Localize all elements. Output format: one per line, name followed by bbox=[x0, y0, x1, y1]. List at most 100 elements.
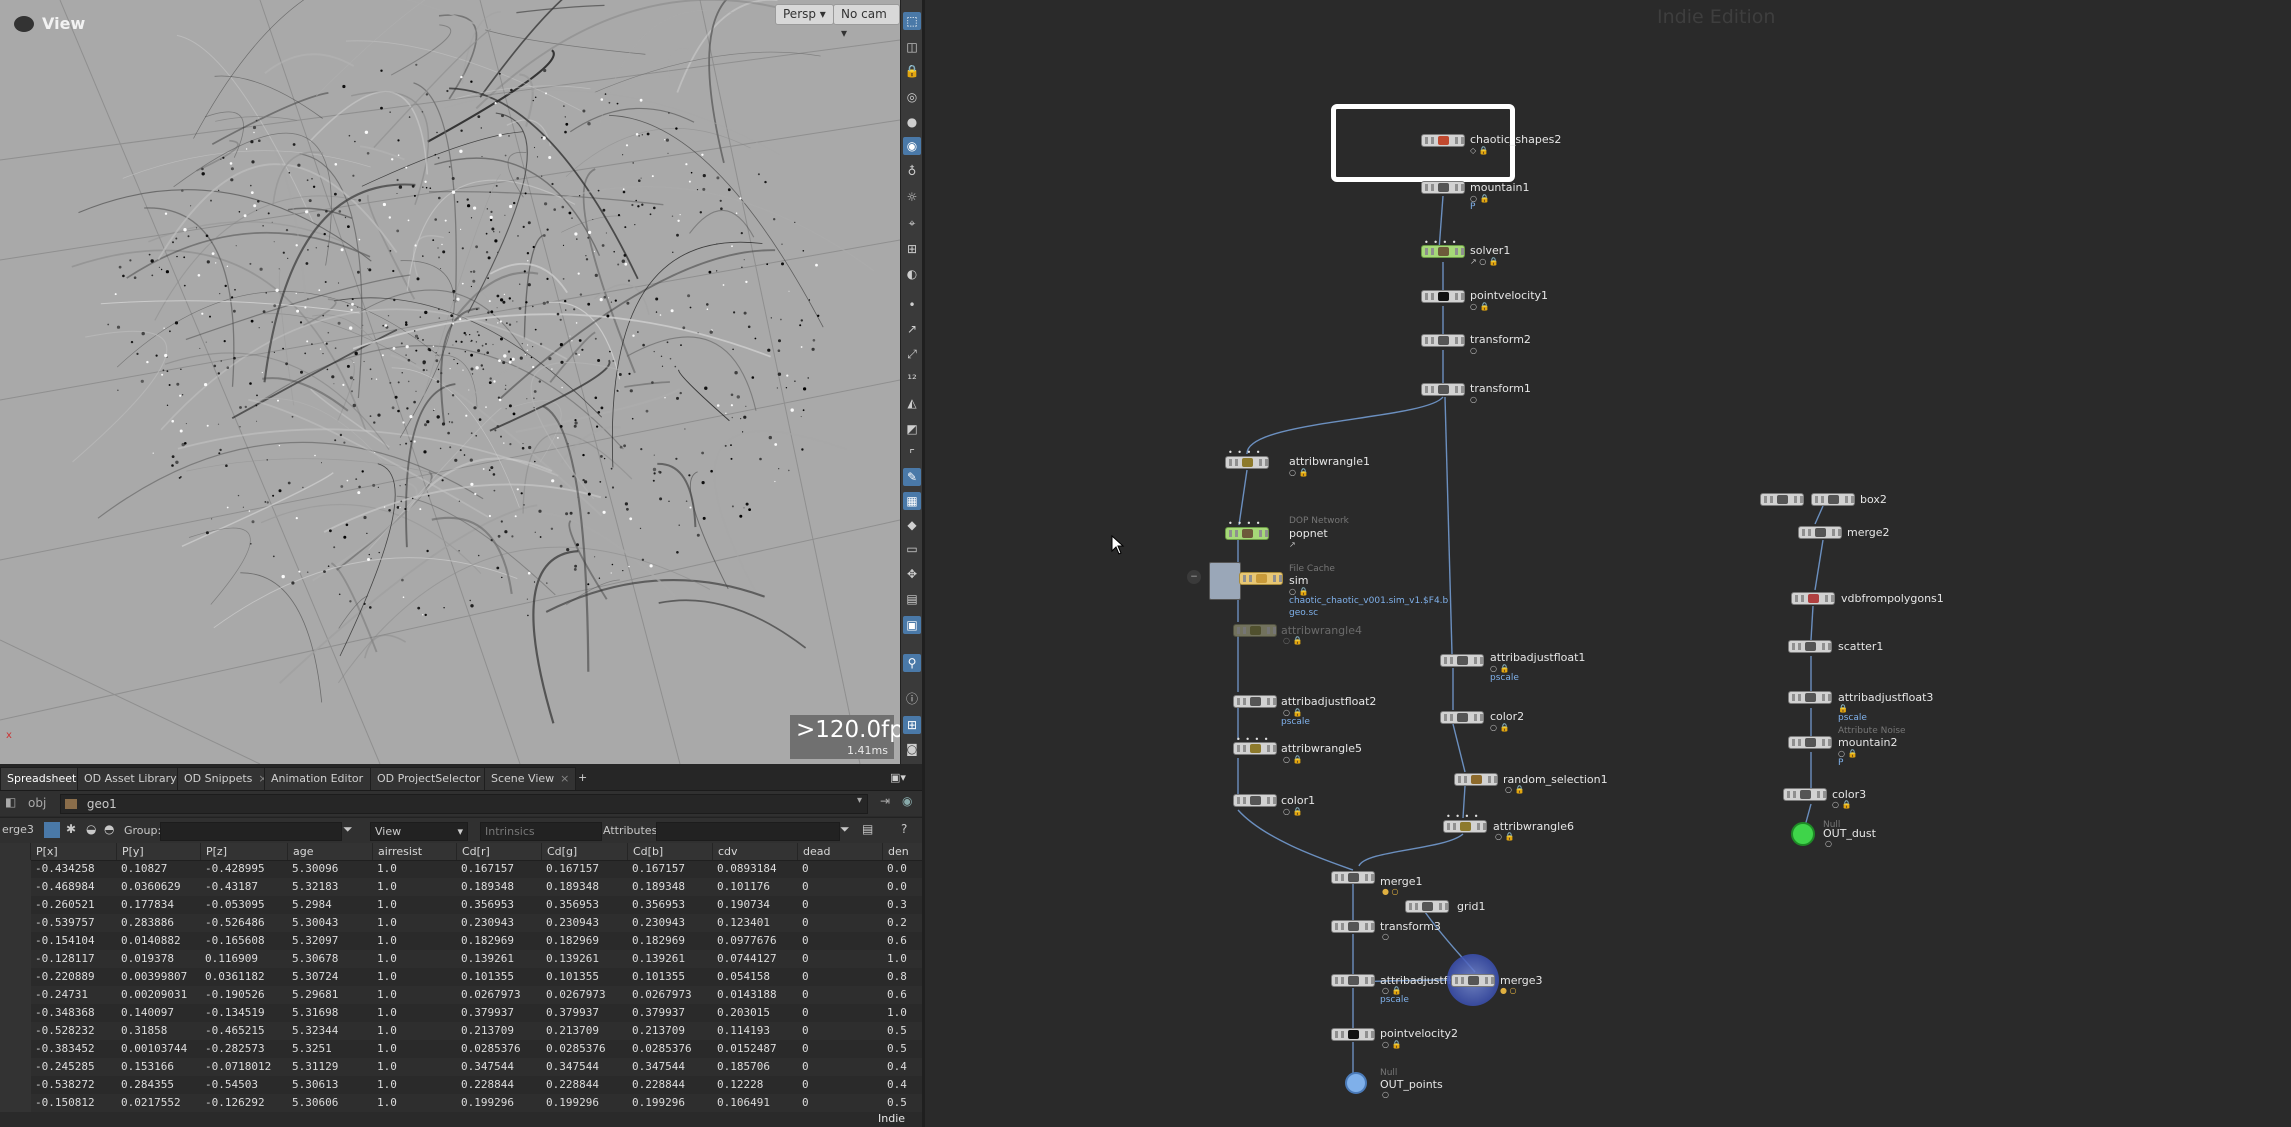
node-pointvelocity1[interactable] bbox=[1421, 290, 1465, 303]
options-icon[interactable]: ▤ bbox=[862, 822, 873, 836]
capture-icon[interactable]: ▣ bbox=[903, 616, 921, 634]
shading-icon[interactable]: ● bbox=[903, 113, 921, 131]
camera-icon[interactable]: ▭ bbox=[903, 540, 921, 558]
camera-menu-button[interactable]: No cam ▾ bbox=[833, 4, 900, 40]
column-header[interactable]: age bbox=[287, 843, 376, 860]
column-header[interactable]: P[x] bbox=[30, 843, 120, 860]
brush-icon[interactable]: ✎ bbox=[903, 468, 921, 486]
vertex-mode-icon[interactable]: ✱ bbox=[66, 822, 76, 836]
node-attribadjustfloat3[interactable] bbox=[1788, 691, 1832, 704]
light-icon[interactable]: ◉ bbox=[903, 137, 921, 155]
pane-menu-icon[interactable]: ▣▾ bbox=[884, 767, 912, 789]
detail-mode-icon[interactable]: ◓ bbox=[104, 822, 114, 836]
node-sim[interactable] bbox=[1239, 572, 1283, 585]
back-icon[interactable]: ◧ bbox=[5, 795, 16, 809]
view-select[interactable]: View ▾ bbox=[370, 822, 468, 841]
background-icon[interactable]: ▤ bbox=[903, 590, 921, 608]
node-color2[interactable] bbox=[1440, 711, 1484, 724]
texture-icon[interactable]: ▦ bbox=[903, 492, 921, 510]
group-filter-icon[interactable]: ⏷ bbox=[343, 822, 353, 837]
visibility-icon[interactable]: ◐ bbox=[903, 265, 921, 283]
table-row[interactable]: -0.539757 0.283886 -0.526486 5.30043 1.0 0.23… bbox=[0, 914, 922, 932]
attr-filter-icon[interactable]: ⏷ bbox=[840, 822, 850, 837]
path-dropdown-icon[interactable]: ▾ bbox=[857, 795, 862, 806]
node-box-a[interactable] bbox=[1760, 493, 1804, 506]
display-options-icon[interactable]: ◫ bbox=[903, 38, 921, 56]
prim-mode-icon[interactable]: ◒ bbox=[86, 822, 96, 836]
geometry-icon[interactable]: ◆ bbox=[903, 516, 921, 534]
transform-icon[interactable]: ✥ bbox=[903, 565, 921, 583]
wireframe-icon[interactable]: ◎ bbox=[903, 88, 921, 106]
scene-viewport[interactable]: View Persp ▾ No cam ▾ x >120.0fps 1.41ms bbox=[0, 0, 900, 764]
tab-od-projectselector[interactable]: OD ProjectSelector× bbox=[370, 767, 503, 790]
render-icon[interactable]: ◙ bbox=[903, 740, 921, 758]
node-mountain2[interactable] bbox=[1788, 736, 1832, 749]
node-grid1[interactable] bbox=[1405, 900, 1449, 913]
select-mode-icon[interactable]: ⬚ bbox=[903, 12, 921, 30]
lock-icon[interactable]: 🔒 bbox=[903, 62, 921, 80]
node-random-selection1[interactable] bbox=[1454, 773, 1498, 786]
pin-pane-icon[interactable]: ⇥ bbox=[880, 794, 890, 808]
primitive-numbers-icon[interactable]: ◭ bbox=[903, 394, 921, 412]
add-tab-icon[interactable]: + bbox=[572, 767, 593, 789]
table-row[interactable]: -0.468984 0.0360629 -0.43187 5.32183 1.0 0.18… bbox=[0, 878, 922, 896]
column-header[interactable]: P[z] bbox=[200, 843, 291, 860]
table-row[interactable]: -0.128117 0.019378 0.116909 5.30678 1.0 0.139… bbox=[0, 950, 922, 968]
column-header[interactable]: dead bbox=[797, 843, 886, 860]
node-attribadjustfloat1[interactable] bbox=[1440, 654, 1484, 667]
help-icon[interactable]: ? bbox=[901, 822, 907, 836]
guide-icon[interactable]: ⊞ bbox=[903, 240, 921, 258]
intrinsics-select[interactable]: Intrinsics bbox=[480, 822, 602, 841]
node-transform1[interactable] bbox=[1421, 383, 1465, 396]
node-merge2[interactable] bbox=[1798, 526, 1842, 539]
node-color1[interactable] bbox=[1233, 794, 1277, 807]
column-header[interactable]: Cd[b] bbox=[627, 843, 716, 860]
table-row[interactable]: -0.245285 0.153166 -0.0718012 5.31129 1.0 0.3… bbox=[0, 1058, 922, 1076]
column-header[interactable]: airresist bbox=[372, 843, 460, 860]
node-out-dust[interactable] bbox=[1791, 822, 1815, 846]
node-box2[interactable] bbox=[1811, 493, 1855, 506]
info-icon[interactable]: ⓘ bbox=[903, 690, 921, 708]
tab-scene-view[interactable]: Scene View × bbox=[484, 767, 577, 790]
headlight-icon[interactable]: ♁ bbox=[903, 162, 921, 180]
node-transform3[interactable] bbox=[1331, 920, 1375, 933]
tab-od-snippets[interactable]: OD Snippets× bbox=[177, 767, 275, 790]
column-header[interactable]: Cd[r] bbox=[456, 843, 545, 860]
corner-icon[interactable]: ⌜ bbox=[903, 445, 921, 463]
node-popnet[interactable] bbox=[1225, 527, 1269, 540]
node-out-points[interactable] bbox=[1345, 1072, 1367, 1094]
layout-icon[interactable]: ⊞ bbox=[903, 716, 921, 734]
node-vdbfrompolygons1[interactable] bbox=[1791, 592, 1835, 605]
link-icon[interactable]: ◉ bbox=[902, 794, 912, 808]
node-attribadjustfloat2[interactable] bbox=[1233, 695, 1277, 708]
table-row[interactable]: -0.260521 0.177834 -0.053095 5.2984 1.0 0.356… bbox=[0, 896, 922, 914]
points-mode-icon[interactable] bbox=[44, 822, 60, 838]
node-color3[interactable] bbox=[1783, 788, 1827, 801]
uv-icon[interactable]: ◩ bbox=[903, 420, 921, 438]
vector-icon[interactable]: ⤢ bbox=[903, 345, 921, 363]
table-row[interactable]: -0.528232 0.31858 -0.465215 5.32344 1.0 0.213… bbox=[0, 1022, 922, 1040]
column-header[interactable]: P[y] bbox=[116, 843, 204, 860]
table-row[interactable]: -0.434258 0.10827 -0.428995 5.30096 1.0 0.167… bbox=[0, 860, 922, 878]
node-chaotic-shapes2[interactable] bbox=[1421, 134, 1465, 147]
node-attribwrangle4[interactable] bbox=[1233, 624, 1277, 637]
column-header[interactable]: cdv bbox=[712, 843, 801, 860]
node-pointvelocity2[interactable] bbox=[1331, 1028, 1375, 1041]
node-solver1[interactable] bbox=[1421, 245, 1465, 258]
path-field[interactable]: geo1 bbox=[60, 794, 868, 814]
ambient-icon[interactable]: ☼ bbox=[903, 188, 921, 206]
persp-menu-button[interactable]: Persp ▾ bbox=[775, 4, 834, 25]
numbers-icon[interactable]: ¹² bbox=[903, 370, 921, 388]
point-display-icon[interactable]: • bbox=[903, 296, 921, 314]
network-editor[interactable]: Indie Edition chaotic_shapes2 ◇ 🔒 mounta… bbox=[922, 0, 2291, 1127]
table-row[interactable]: -0.150812 0.0217552 -0.126292 5.30606 1.0 0.1… bbox=[0, 1094, 922, 1112]
column-header[interactable]: Cd[g] bbox=[541, 843, 631, 860]
table-row[interactable]: -0.538272 0.284355 -0.54503 5.30613 1.0 0.228… bbox=[0, 1076, 922, 1094]
table-row[interactable]: -0.154104 0.0140882 -0.165608 5.32097 1.0 0.1… bbox=[0, 932, 922, 950]
node-attribwrangle1[interactable] bbox=[1225, 456, 1269, 469]
node-merge1[interactable] bbox=[1331, 871, 1375, 884]
pin-icon[interactable]: ⚲ bbox=[903, 654, 921, 672]
group-input[interactable] bbox=[160, 822, 342, 841]
sim-collapse-icon[interactable]: − bbox=[1187, 570, 1201, 584]
node-scatter1[interactable] bbox=[1788, 640, 1832, 653]
